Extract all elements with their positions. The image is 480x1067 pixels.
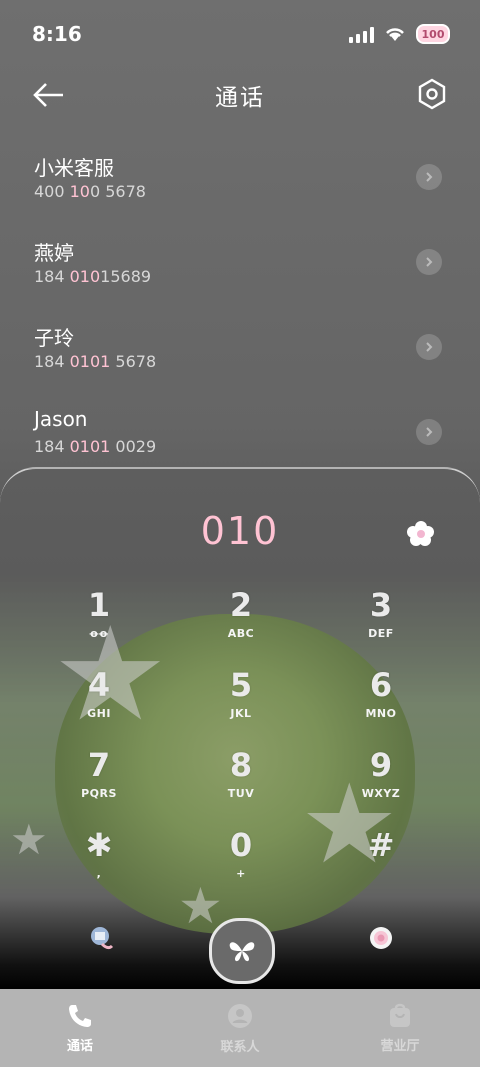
chevron-right-icon — [426, 427, 433, 437]
list-item[interactable]: 燕婷 184 01015689 — [0, 225, 480, 310]
list-item[interactable]: 子玲 184 0101 5678 — [0, 310, 480, 395]
back-button[interactable] — [32, 80, 66, 110]
status-time: 8:16 — [32, 22, 82, 46]
chevron-right-icon — [426, 257, 433, 267]
dial-actions — [0, 914, 480, 984]
phone-screen: 8:16 100 通话 小米客服 400 100 5678 燕婷 184 010… — [0, 0, 480, 1067]
signal-icon — [349, 25, 374, 43]
key-9[interactable]: 9 WXYZ — [331, 747, 431, 825]
contact-number: 184 0101 0029 — [34, 437, 157, 456]
tab-label: 联系人 — [220, 1039, 260, 1055]
tab-label: 营业厅 — [380, 1038, 420, 1054]
key-3[interactable]: 3 DEF — [331, 587, 431, 665]
chevron-right-icon — [426, 342, 433, 352]
status-bar: 8:16 100 — [0, 0, 480, 68]
list-item[interactable]: 小米客服 400 100 5678 — [0, 140, 480, 225]
key-6[interactable]: 6 MNO — [331, 667, 431, 745]
details-button[interactable] — [416, 164, 442, 190]
status-icons: 100 — [349, 24, 450, 44]
details-button[interactable] — [416, 419, 442, 445]
settings-button[interactable] — [418, 78, 446, 110]
key-2[interactable]: 2 ABC — [191, 587, 291, 665]
key-star[interactable]: ✱, — [49, 827, 149, 905]
key-7[interactable]: 7 PQRS — [49, 747, 149, 825]
phone-icon — [69, 1004, 91, 1027]
chevron-right-icon — [426, 172, 433, 182]
key-5[interactable]: 5 JKL — [191, 667, 291, 745]
bottom-tab-bar: 通话 联系人 营业厅 — [0, 989, 480, 1067]
key-4[interactable]: 4 GHI — [49, 667, 149, 745]
tab-service-hall[interactable]: 营业厅 — [320, 989, 480, 1067]
rose-menu-icon[interactable] — [367, 924, 395, 952]
contact-icon — [228, 1003, 252, 1028]
recent-calls-list: 小米客服 400 100 5678 燕婷 184 01015689 子玲 184… — [0, 140, 480, 480]
battery-icon: 100 — [416, 24, 450, 44]
dial-panel: ★ ★ ★ ★ 010 1 ꝋꝋ 2 ABC 3 DEF 4 GHI 5 JKL 6 MNO… — [0, 467, 480, 991]
contact-name: 燕婷 — [34, 241, 74, 265]
key-0[interactable]: 0 + — [191, 827, 291, 905]
contact-number: 184 0101 5678 — [34, 352, 157, 371]
details-button[interactable] — [416, 334, 442, 360]
collapse-dialpad-icon[interactable] — [88, 924, 116, 952]
key-hash[interactable]: # — [331, 827, 431, 905]
details-button[interactable] — [416, 249, 442, 275]
call-button[interactable] — [209, 918, 275, 984]
top-header: 通话 — [0, 70, 480, 120]
star-decoration: ★ — [10, 815, 48, 864]
hexagon-settings-icon — [418, 78, 446, 110]
tab-label: 通话 — [66, 1038, 93, 1054]
wifi-icon — [384, 26, 406, 42]
contact-name: 小米客服 — [34, 156, 114, 180]
contact-number: 400 100 5678 — [34, 182, 146, 201]
contact-name: Jason — [34, 407, 88, 431]
tab-contacts[interactable]: 联系人 — [160, 989, 320, 1067]
butterfly-icon — [229, 942, 255, 962]
key-8[interactable]: 8 TUV — [191, 747, 291, 825]
store-icon — [390, 1003, 410, 1027]
tab-calls[interactable]: 通话 — [0, 989, 160, 1067]
flower-icon[interactable] — [406, 519, 436, 549]
page-title: 通话 — [215, 85, 265, 111]
arrow-left-icon — [33, 83, 63, 107]
key-1[interactable]: 1 ꝋꝋ — [49, 587, 149, 665]
contact-number: 184 01015689 — [34, 267, 152, 286]
contact-name: 子玲 — [34, 326, 74, 350]
